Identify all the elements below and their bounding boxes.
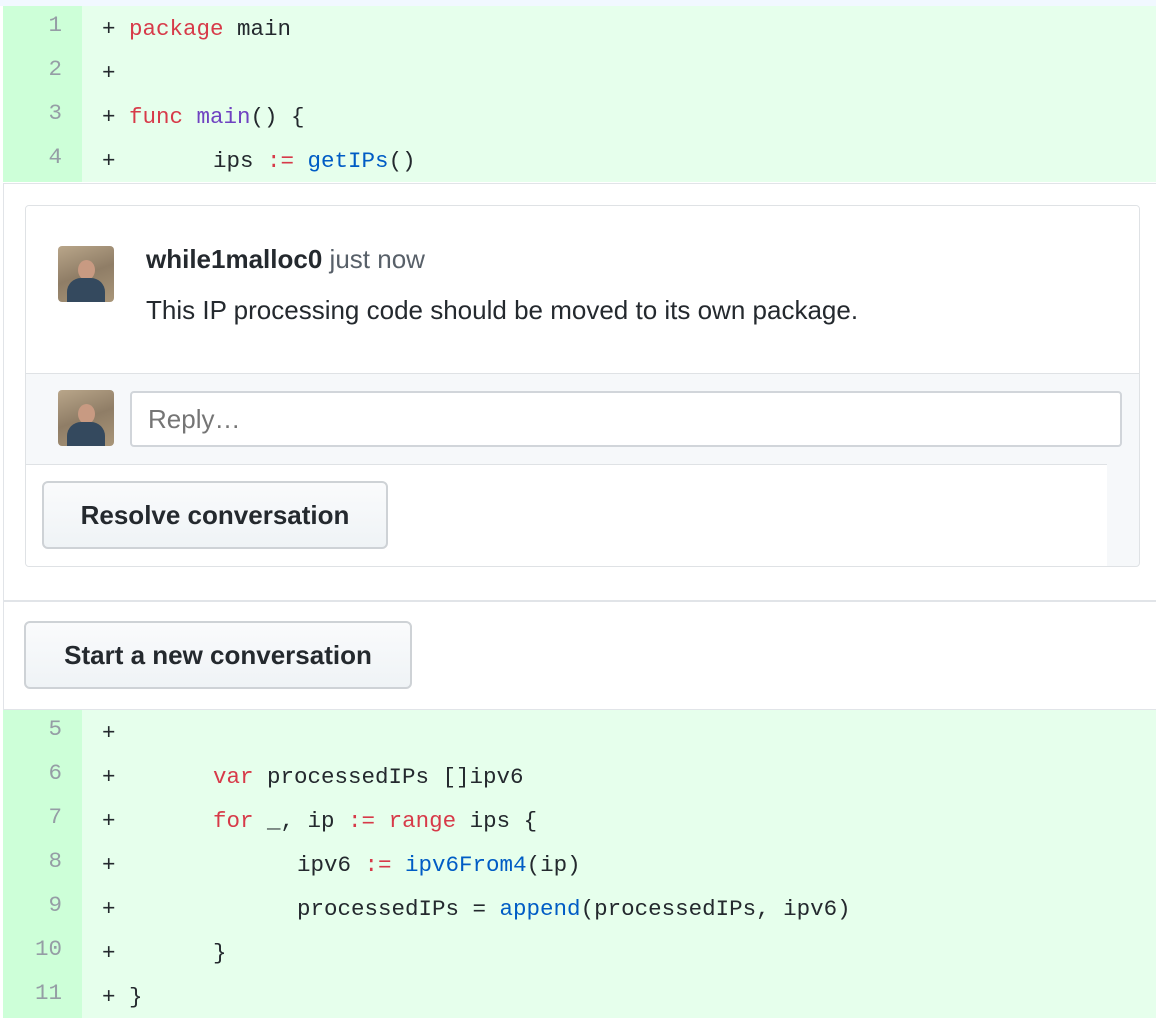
code-token: := [364,852,392,878]
code-token: _, ip [253,808,349,834]
code-token: () [388,148,416,174]
reply-input[interactable] [130,391,1122,447]
code-token: := [348,808,376,834]
diff-line: 9 + processedIPs = append (processedIPs, ip… [3,886,1156,930]
code-token: processedIPs []ipv6 [253,764,524,790]
comment-body: This IP processing code should be moved … [146,295,859,325]
code-line: + package main [82,6,291,50]
comment-author[interactable]: while1malloc0 [146,244,322,274]
code-token: () { [250,104,305,130]
code-line: +} [82,974,143,1018]
added-marker: + [102,720,116,746]
line-number[interactable]: 4 [3,138,82,182]
code-line: + for _, ip := range ips { [82,798,537,842]
code-token: var [213,764,254,790]
reply-area [26,374,1139,464]
line-number[interactable]: 10 [3,930,82,974]
code-token: ipv6 [297,852,365,878]
code-token: append [499,896,581,922]
line-number[interactable]: 11 [3,974,82,1018]
code-token: main [223,16,292,42]
code-token: (ip) [526,852,581,878]
code-line: + var processedIPs []ipv6 [82,754,524,798]
diff-line: 1 + package main [3,6,1156,50]
added-marker: + [102,16,116,42]
code-token: ipv6From4 [405,852,527,878]
code-token: package [129,16,224,42]
diff-line: 6 + var processedIPs []ipv6 [3,754,1156,798]
line-number[interactable]: 6 [3,754,82,798]
diff-line: 8 + ipv6 := ipv6From4 (ip) [3,842,1156,886]
added-marker: + [102,984,116,1010]
code-line: +} [82,930,227,974]
avatar[interactable] [58,246,114,302]
code-line: + processedIPs = append (processedIPs, ipv… [82,886,851,930]
review-thread-container: while1malloc0 just now This IP processin… [3,183,1156,710]
review-thread: while1malloc0 just now This IP processin… [25,205,1140,567]
code-token: := [267,148,295,174]
diff-line: 7 + for _, ip := range ips { [3,798,1156,842]
start-new-conversation-button[interactable]: Start a new conversation [24,621,412,689]
line-number[interactable]: 3 [3,94,82,138]
added-marker: + [102,940,116,966]
added-marker: + [102,104,116,130]
diff-line: 10 +} [3,930,1156,974]
code-token: } [213,940,227,966]
diff-line: 4 + ips := getIPs() [3,138,1156,182]
resolve-area: Resolve conversation [26,464,1107,566]
diff-line: 5 + [3,710,1156,754]
diff-lines-top: 1 + package main 2 +3 + func main() {4 + ips := … [3,6,1156,182]
line-number[interactable]: 9 [3,886,82,930]
added-marker: + [102,896,116,922]
review-comment: while1malloc0 just now This IP processin… [26,206,1139,374]
code-line: + [82,710,129,754]
code-line: + ips := getIPs() [82,138,416,182]
code-line: + func main() { [82,94,305,138]
added-marker: + [102,808,116,834]
diff-lines-bottom: 5 +6 + var processedIPs []ipv6 7 + for _, ip :… [3,710,1156,1018]
line-number[interactable]: 1 [3,6,82,50]
added-marker: + [102,852,116,878]
added-marker: + [102,148,116,174]
diff-line: 11 +} [3,974,1156,1018]
comment-header: while1malloc0 just now [146,244,425,275]
diff-line: 3 + func main() { [3,94,1156,138]
divider [4,600,1156,602]
added-marker: + [102,764,116,790]
code-token: func [129,104,184,130]
resolve-conversation-button[interactable]: Resolve conversation [42,481,388,549]
code-token: getIPs [307,148,389,174]
line-number[interactable]: 8 [3,842,82,886]
added-marker: + [102,60,116,86]
comment-timestamp[interactable]: just now [330,244,425,274]
code-token: main [196,104,251,130]
code-token: range [388,808,457,834]
code-line: + [82,50,129,94]
code-line: + ipv6 := ipv6From4 (ip) [82,842,581,886]
code-token: processedIPs = [297,896,500,922]
code-token: ips [213,148,268,174]
line-number[interactable]: 2 [3,50,82,94]
line-number[interactable]: 7 [3,798,82,842]
code-token: for [213,808,254,834]
line-number[interactable]: 5 [3,710,82,754]
code-token: (processedIPs, ipv6) [580,896,851,922]
diff-line: 2 + [3,50,1156,94]
code-token: } [129,984,143,1010]
code-token: ips { [456,808,538,834]
avatar [58,390,114,446]
